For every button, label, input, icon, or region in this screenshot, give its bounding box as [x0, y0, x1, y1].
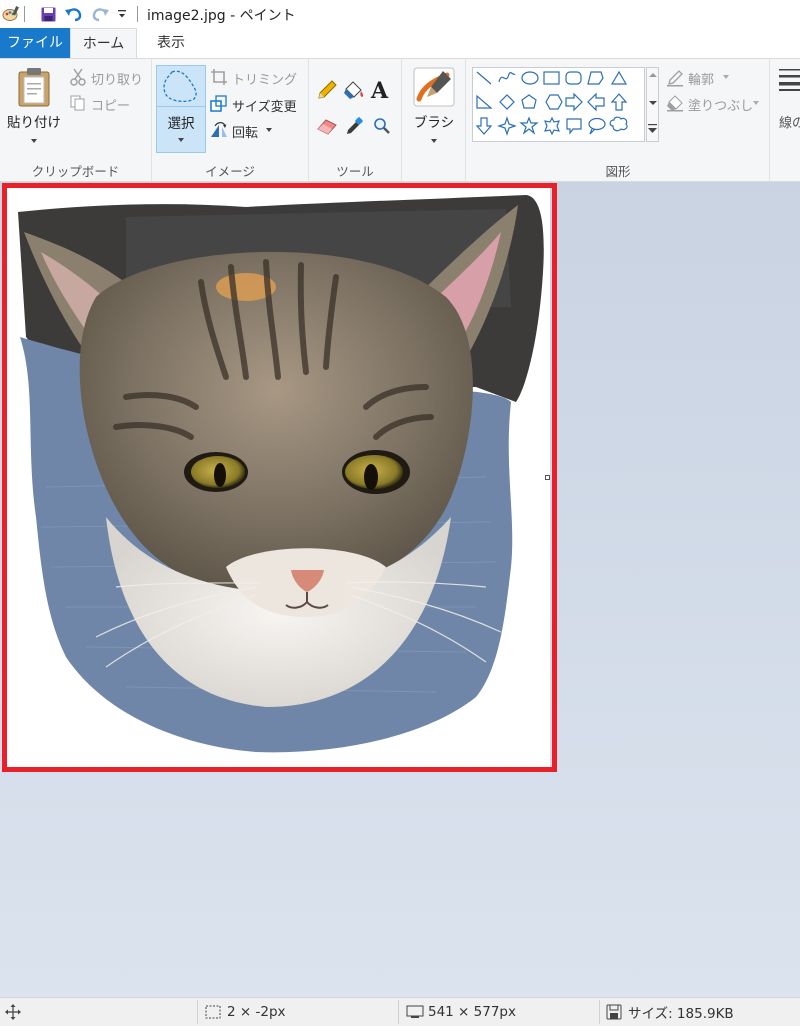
- rotate-icon: [210, 121, 228, 142]
- file-size: サイズ: 185.9KB: [628, 1006, 734, 1022]
- tab-home[interactable]: ホーム: [70, 28, 137, 59]
- scroll-up-icon[interactable]: [649, 73, 657, 77]
- shapes-group-label: 図形: [605, 164, 631, 179]
- rotate-dropdown-arrow[interactable]: [266, 128, 272, 132]
- brush-dropdown-arrow[interactable]: [431, 139, 437, 143]
- ribbon: 貼り付け 切り取り コピー クリップボード 選択 トリミング サイズ変更 回転 …: [0, 58, 800, 182]
- brush-icon: [413, 67, 455, 110]
- crop-button[interactable]: トリミング: [232, 69, 297, 88]
- undo-icon[interactable]: [64, 6, 84, 22]
- shape-fill-icon: [666, 94, 684, 115]
- tab-view[interactable]: 表示: [145, 28, 197, 58]
- paste-label: 貼り付け: [7, 115, 61, 131]
- select-split-divider: [157, 106, 205, 107]
- tools-group-label: ツール: [336, 164, 374, 179]
- redo-icon[interactable]: [90, 6, 110, 22]
- text-icon[interactable]: A: [371, 78, 388, 104]
- resize-button[interactable]: サイズ変更: [232, 96, 297, 115]
- paste-dropdown-arrow[interactable]: [31, 139, 37, 143]
- window-title: image2.jpg - ペイント: [147, 8, 296, 24]
- paste-button[interactable]: 貼り付け: [4, 65, 64, 153]
- outline-icon: [666, 69, 684, 90]
- file-size-icon: [606, 1004, 622, 1023]
- brushes-group: ブラシ: [402, 59, 466, 181]
- status-separator: [197, 1000, 198, 1024]
- magnifier-icon[interactable]: [373, 117, 391, 138]
- qa-separator: [24, 6, 25, 22]
- expand-gallery-icon[interactable]: [648, 123, 657, 135]
- eraser-icon[interactable]: [316, 117, 338, 138]
- image-group: 選択 トリミング サイズ変更 回転 イメージ: [152, 59, 309, 181]
- ribbon-tabs: ファイル ホーム 表示: [0, 28, 800, 59]
- clipboard-group: 貼り付け 切り取り コピー クリップボード: [0, 59, 152, 181]
- resize-icon: [210, 95, 228, 116]
- title-separator: [137, 6, 138, 22]
- crop-icon: [210, 68, 228, 89]
- shapes-gallery-scroll[interactable]: [646, 67, 659, 142]
- status-separator: [599, 1000, 600, 1024]
- brush-label: ブラシ: [413, 115, 455, 131]
- annotation-highlight-box: [2, 183, 557, 772]
- shapes-gallery: [472, 67, 645, 142]
- status-bar: 2 × -2px 541 × 577px サイズ: 185.9KB: [0, 997, 800, 1026]
- image-group-label: イメージ: [205, 164, 255, 179]
- select-dropdown-arrow[interactable]: [178, 138, 184, 142]
- canvas-workspace: [0, 182, 800, 997]
- paint-app-icon[interactable]: [2, 6, 20, 22]
- pencil-icon[interactable]: [316, 79, 338, 104]
- copy-button[interactable]: コピー: [91, 95, 130, 114]
- customize-quick-access-icon[interactable]: [116, 6, 128, 22]
- select-button[interactable]: 選択: [156, 65, 206, 153]
- clipboard-icon: [16, 67, 52, 110]
- status-separator: [398, 1000, 399, 1024]
- line-width-label: 線の: [779, 116, 800, 131]
- selection-size-icon: [205, 1005, 221, 1022]
- fill-bucket-icon[interactable]: [343, 79, 365, 104]
- shapes-gallery-icons: [475, 70, 628, 136]
- copy-icon: [70, 95, 86, 114]
- title-bar: image2.jpg - ペイント: [0, 0, 800, 28]
- clipboard-group-label: クリップボード: [31, 164, 120, 179]
- move-cursor-icon: [5, 1004, 21, 1023]
- outline-dropdown-arrow[interactable]: [723, 75, 729, 79]
- line-width-icon[interactable]: [779, 69, 800, 94]
- cursor-position: 2 × -2px: [227, 1004, 286, 1020]
- scissors-icon: [70, 68, 86, 89]
- brush-button[interactable]: ブラシ: [406, 65, 462, 153]
- save-icon[interactable]: [40, 6, 56, 22]
- cut-button[interactable]: 切り取り: [91, 69, 143, 88]
- image-dimensions: 541 × 577px: [428, 1004, 516, 1020]
- color-picker-icon[interactable]: [345, 116, 365, 139]
- outline-button[interactable]: 輪郭: [688, 69, 714, 88]
- image-size-icon: [406, 1005, 424, 1022]
- tools-group: A ツール: [309, 59, 402, 181]
- freeform-select-icon: [162, 69, 200, 106]
- scroll-down-icon[interactable]: [649, 101, 657, 105]
- tab-file[interactable]: ファイル: [0, 28, 70, 58]
- shape-fill-button[interactable]: 塗りつぶし: [688, 95, 753, 114]
- shape-fill-dropdown-arrow[interactable]: [753, 101, 759, 105]
- shapes-group: 輪郭 塗りつぶし 図形: [466, 59, 770, 181]
- select-label: 選択: [167, 116, 195, 132]
- line-width-group: 線の: [770, 59, 800, 181]
- rotate-button[interactable]: 回転: [232, 122, 258, 141]
